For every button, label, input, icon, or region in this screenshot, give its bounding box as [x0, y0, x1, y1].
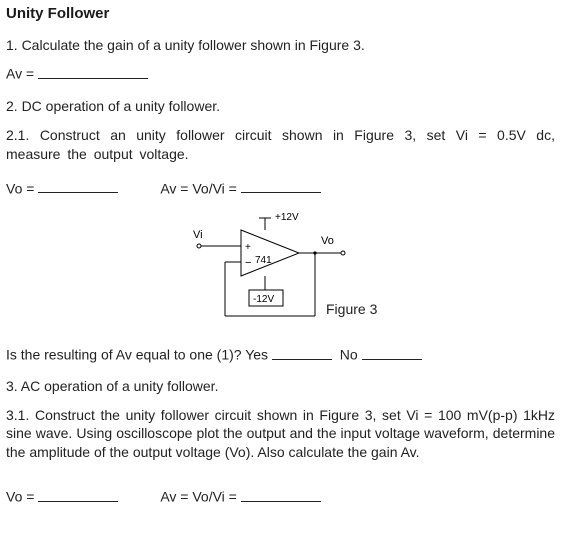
av-blank-1[interactable]	[241, 178, 321, 193]
vi-label: Vi	[193, 229, 203, 241]
vo-blank-1[interactable]	[38, 178, 118, 193]
svg-text:−: −	[245, 257, 251, 269]
vo-label-fig: Vo	[321, 235, 334, 247]
no-blank[interactable]	[362, 344, 422, 359]
ic-label: 741	[255, 255, 272, 266]
q1-answer-line: Av =	[6, 63, 555, 83]
check-line: Is the resulting of Av equal to one (1)?…	[6, 344, 555, 364]
plus12-label: +12V	[275, 212, 299, 223]
q21-prompt: 2.1. Construct an unity follower circuit…	[6, 126, 555, 164]
q1-av-blank[interactable]	[38, 63, 148, 78]
minus12-label: -12V	[253, 294, 274, 305]
measure-row-1: Vo = Av = Vo/Vi =	[6, 178, 555, 198]
measure-row-2: Vo = Av = Vo/Vi =	[6, 486, 555, 506]
vo-blank-2[interactable]	[38, 486, 118, 501]
svg-text:+: +	[245, 242, 251, 253]
figure-3: Vi + − 741 +12V -12V Vo Figure 3	[6, 208, 555, 328]
av-label: Av =	[6, 66, 34, 82]
av-label-1: Av = Vo/Vi =	[160, 180, 237, 196]
q2-prompt: 2. DC operation of a unity follower.	[6, 97, 555, 116]
av-blank-2[interactable]	[241, 486, 321, 501]
q1-prompt: 1. Calculate the gain of a unity followe…	[6, 36, 555, 55]
page-title: Unity Follower	[6, 4, 555, 24]
vo-label-2: Vo =	[6, 489, 34, 505]
q3-prompt: 3. AC operation of a unity follower.	[6, 377, 555, 396]
check-prompt: Is the resulting of Av equal to one (1)?…	[6, 347, 268, 363]
q31-prompt: 3.1. Construct the unity follower circui…	[6, 406, 555, 463]
yes-blank[interactable]	[272, 344, 332, 359]
vo-label-1: Vo =	[6, 180, 34, 196]
figure-caption: Figure 3	[326, 300, 377, 319]
av-label-2: Av = Vo/Vi =	[160, 489, 237, 505]
no-label: No	[340, 347, 358, 363]
